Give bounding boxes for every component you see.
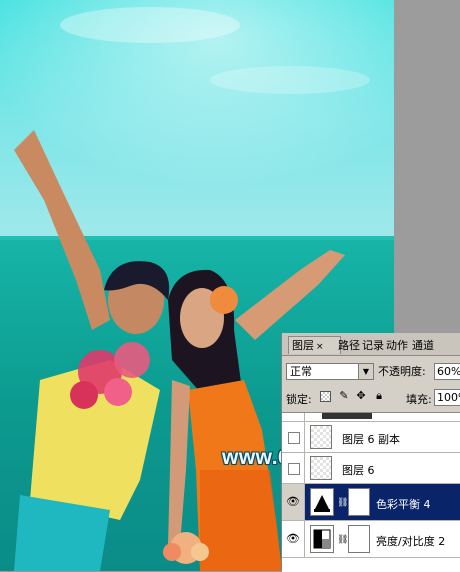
opacity-input[interactable]: 60% bbox=[434, 363, 460, 380]
tab-paths[interactable]: 路径 bbox=[338, 337, 360, 354]
tab-layers-label: 图层 bbox=[292, 339, 314, 352]
lock-transparency-icon[interactable] bbox=[320, 391, 331, 402]
tab-history[interactable]: 记录 bbox=[362, 337, 384, 354]
close-icon[interactable]: × bbox=[316, 342, 324, 352]
dropdown-arrow-icon[interactable]: ▼ bbox=[358, 364, 373, 379]
layer-thumbnail bbox=[310, 456, 332, 480]
visibility-cell[interactable] bbox=[282, 413, 305, 421]
lock-pixels-brush-icon[interactable]: ✎ bbox=[338, 390, 350, 402]
layer-thumbnail bbox=[310, 425, 332, 449]
blend-mode-value: 正常 bbox=[290, 365, 312, 378]
layer-row-selected[interactable]: 👁︎ ⛓︎ 色彩平衡 4 bbox=[282, 484, 460, 521]
layer-name: 色彩平衡 4 bbox=[376, 498, 431, 511]
opacity-label: 不透明度: bbox=[378, 365, 426, 378]
lock-all-padlock-icon[interactable]: 🔒︎ bbox=[373, 390, 385, 402]
layer-mask-thumbnail[interactable] bbox=[348, 525, 370, 553]
link-chain-icon[interactable]: ⛓︎ bbox=[337, 535, 348, 545]
visibility-toggle-empty[interactable] bbox=[288, 463, 300, 475]
tab-channels[interactable]: 通道 bbox=[412, 337, 434, 354]
visibility-toggle-empty[interactable] bbox=[288, 432, 300, 444]
visibility-cell[interactable] bbox=[282, 422, 305, 452]
lock-position-move-icon[interactable]: ✥ bbox=[355, 390, 367, 402]
layer-name: 图层 6 bbox=[342, 464, 375, 477]
layer-row[interactable]: 图层 6 副本 bbox=[282, 422, 460, 453]
tab-actions[interactable]: 动作 bbox=[386, 337, 408, 354]
visibility-cell[interactable] bbox=[282, 453, 305, 483]
fill-input[interactable]: 100% bbox=[434, 389, 460, 406]
eye-icon[interactable]: 👁︎ bbox=[286, 496, 300, 508]
tab-layers[interactable]: 图层 × bbox=[288, 336, 341, 354]
visibility-cell[interactable]: 👁︎ bbox=[282, 484, 305, 520]
layers-panel: 图层 × 路径 记录 动作 通道 正常 ▼ 不透明度: 60% 锁定: ✎ ✥ 🔒… bbox=[281, 333, 460, 572]
brightness-contrast-adjustment-icon bbox=[310, 525, 334, 553]
blend-mode-select[interactable]: 正常 ▼ bbox=[286, 363, 374, 380]
panel-tab-bar: 图层 × 路径 记录 动作 通道 bbox=[282, 333, 460, 356]
layer-name: 图层 6 副本 bbox=[342, 433, 400, 446]
link-chain-icon[interactable]: ⛓︎ bbox=[337, 498, 348, 508]
visibility-cell[interactable]: 👁︎ bbox=[282, 521, 305, 557]
layer-row[interactable]: 👁︎ ⛓︎ 亮度/对比度 2 bbox=[282, 521, 460, 558]
layer-row-partial[interactable] bbox=[282, 413, 460, 422]
eye-icon[interactable]: 👁︎ bbox=[286, 533, 300, 545]
workspace-background bbox=[394, 0, 460, 333]
layer-list: 图层 6 副本 图层 6 👁︎ ⛓︎ 色彩平衡 4 👁︎ ⛓︎ 亮度/对比度 2 bbox=[282, 412, 460, 572]
color-balance-adjustment-icon bbox=[310, 488, 334, 516]
lock-label: 锁定: bbox=[286, 393, 312, 406]
layer-row[interactable]: 图层 6 bbox=[282, 453, 460, 484]
fill-label: 填充: bbox=[406, 393, 432, 406]
layer-name: 亮度/对比度 2 bbox=[376, 535, 446, 548]
layer-thumbnail bbox=[322, 413, 372, 419]
layer-mask-thumbnail[interactable] bbox=[348, 488, 370, 516]
